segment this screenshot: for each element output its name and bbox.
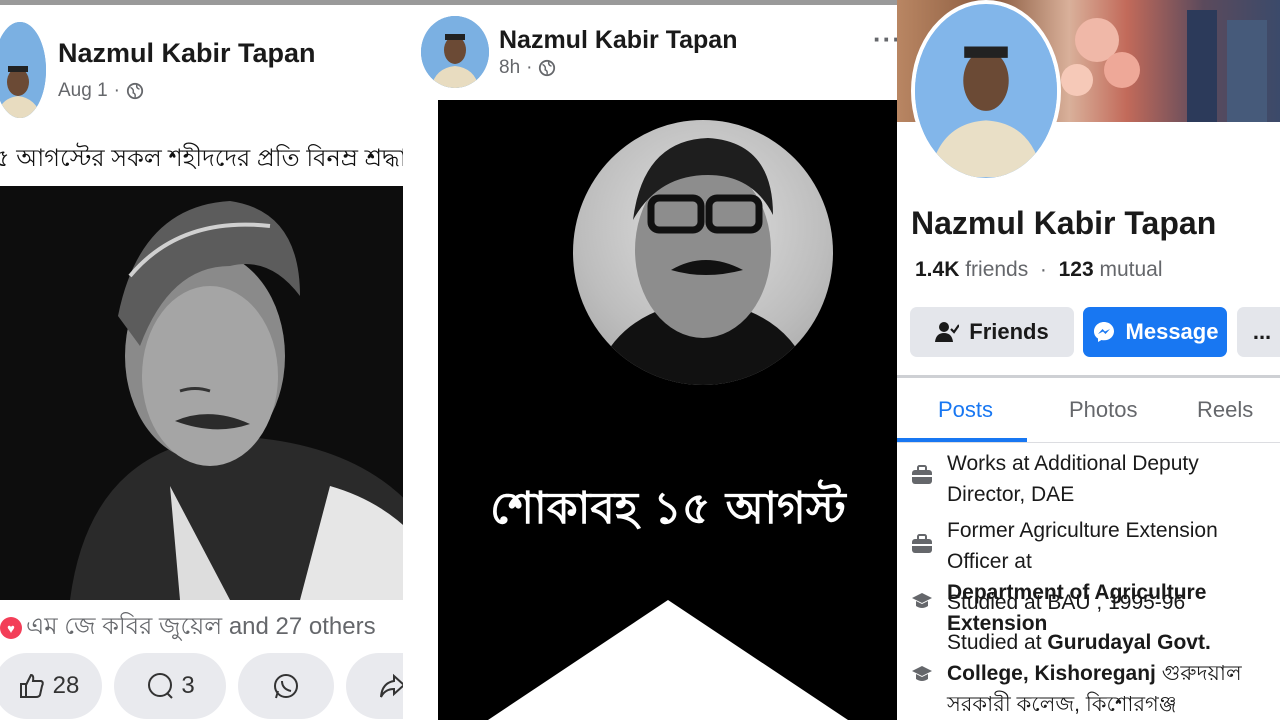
mutual-count: 123 [1058,258,1094,281]
meta-dot: · [113,80,120,101]
stats-dot: · [1034,258,1053,281]
like-count: 28 [52,672,80,699]
edu-college-prefix: Studied at [947,631,1042,654]
profile-stats[interactable]: 1.4K friends · 123 mutual [915,258,1163,282]
post-photo[interactable] [0,186,438,600]
post-image[interactable]: শোকাবহ ১৫ আগস্ট [438,100,898,720]
post-time[interactable]: 8h [499,57,520,79]
portrait-image-icon [0,186,438,600]
thumbs-up-icon [19,673,44,698]
mutual-label: mutual [1099,258,1163,281]
love-reaction-icon: ♥ [0,617,22,639]
portrait-circle [573,120,833,385]
work-former-prefix: Former Agriculture Extension Officer at [947,519,1218,573]
like-button[interactable]: 28 [0,653,102,719]
post-meta: Aug 1 · [58,80,144,102]
whatsapp-share-button[interactable] [238,653,334,719]
globe-icon [126,82,144,100]
portrait-image-icon [593,138,813,385]
mourning-text: শোকাবহ ১৫ আগস্ট [490,483,846,534]
post-author-name[interactable]: Nazmul Kabir Tapan [499,26,737,55]
friends-button[interactable]: Friends [910,307,1074,357]
post-caption: ৫ আগস্টের সকল শহীদদের প্রতি বিনম্র শ্রদ্… [0,145,438,172]
friends-count: 1.4K [915,258,960,281]
comment-count: 3 [181,672,195,699]
author-avatar[interactable] [0,22,46,118]
friends-button-label: Friends [969,319,1049,344]
briefcase-icon [912,465,932,484]
post-date[interactable]: Aug 1 [58,80,108,102]
graduation-cap-icon [912,593,932,608]
post-panel-1: Nazmul Kabir Tapan Aug 1 · ·· ৫ আগস্টের … [0,0,438,720]
profile-name: Nazmul Kabir Tapan [911,205,1217,241]
work-item-current: Works at Additional Deputy Director, DAE [947,452,1199,506]
messenger-icon [1093,322,1114,342]
profile-panel: Nazmul Kabir Tapan 1.4K friends · 123 mu… [897,0,1280,720]
tab-posts[interactable]: Posts [938,397,993,423]
post-meta: 8h · [499,57,556,79]
reactions-text: এম জে কবির জুয়েল and 27 others [26,613,376,640]
top-divider [0,0,438,5]
reactions-summary[interactable]: ♥ এম জে কবির জুয়েল and 27 others [0,608,376,648]
post-options-icon[interactable]: ··· [873,24,898,55]
avatar-photo-icon [915,4,1057,178]
comment-bubble-icon [148,673,174,699]
avatar-photo-icon [0,22,46,118]
education-item-bau: Studied at BAU , 1995-96 [947,591,1186,614]
message-button[interactable]: Message [1083,307,1227,357]
education-item-college: Studied at Gurudayal Govt. College, Kish… [947,627,1280,720]
meta-dot: · [526,57,533,78]
globe-icon [539,59,556,77]
briefcase-icon [912,534,932,553]
ribbon-graphic-icon [488,600,848,720]
whatsapp-icon [274,674,298,699]
section-separator [897,375,1280,378]
message-button-label: Message [1125,319,1219,344]
friend-check-icon [935,322,960,342]
author-avatar[interactable] [421,16,489,88]
post-author-name[interactable]: Nazmul Kabir Tapan [58,38,316,69]
tabs-divider [897,442,1280,443]
comment-button[interactable]: 3 [114,653,226,719]
tab-reels[interactable]: Reels [1197,397,1253,423]
more-options-icon: ... [1252,319,1272,344]
top-divider [403,0,898,5]
profile-picture[interactable] [911,0,1061,182]
more-options-button[interactable]: ... [1237,307,1280,357]
tab-photos[interactable]: Photos [1069,397,1138,423]
friends-label: friends [965,258,1029,281]
work-item-former: Former Agriculture Extension Officer at … [947,515,1280,639]
graduation-cap-icon [912,666,932,681]
avatar-photo-icon [421,16,489,88]
post-panel-2: Nazmul Kabir Tapan 8h · ··· শোকাবহ ১৫ আগ… [403,0,898,720]
